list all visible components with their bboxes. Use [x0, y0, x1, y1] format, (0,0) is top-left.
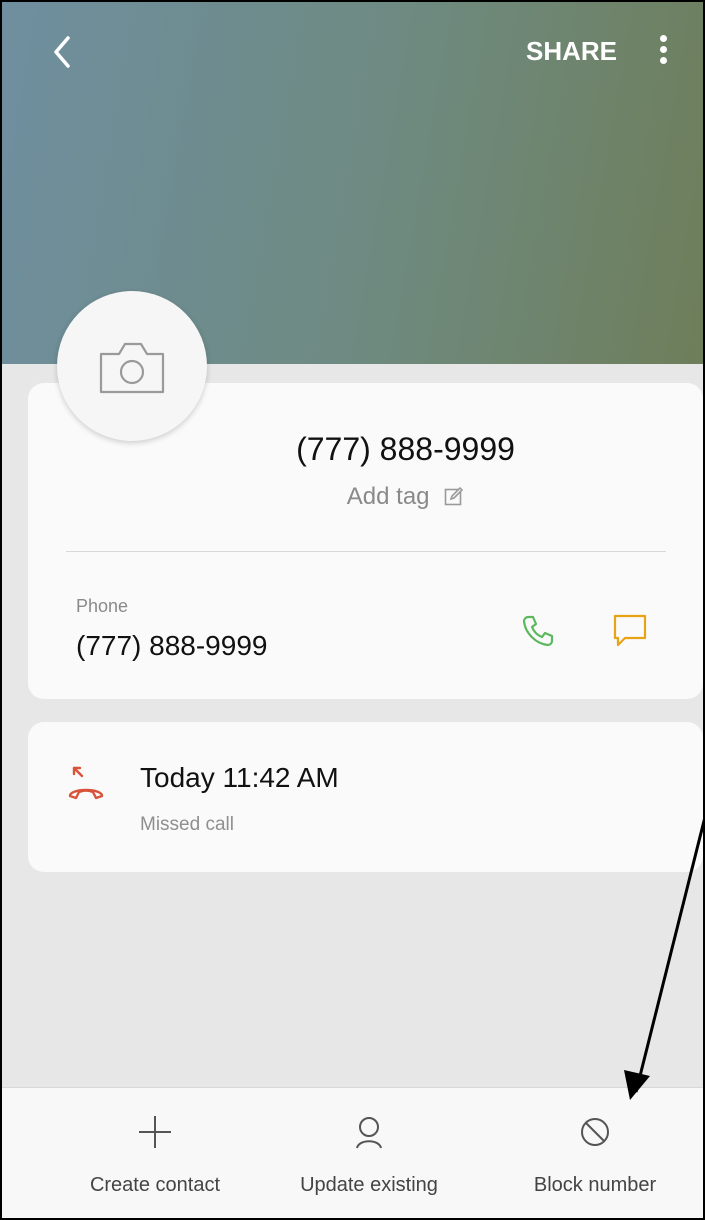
divider	[66, 551, 666, 552]
block-icon	[581, 1118, 609, 1146]
share-button[interactable]: SHARE	[526, 36, 617, 67]
call-log-time: Today 11:42 AM	[140, 762, 339, 793]
bottom-action-bar: Create contact Update existing Block num…	[2, 1087, 703, 1218]
camera-icon	[99, 342, 165, 394]
phone-icon	[522, 615, 554, 647]
missed-call-icon	[68, 766, 104, 800]
message-icon	[613, 614, 647, 647]
plus-icon	[139, 1116, 171, 1148]
phone-number[interactable]: (777) 888-9999	[76, 630, 267, 662]
update-existing-button[interactable]: Update existing	[254, 1088, 484, 1218]
block-number-button[interactable]: Block number	[480, 1088, 703, 1218]
contact-detail-screen: SHARE (777) 888-9999 Add tag Phone (777)…	[0, 0, 705, 1220]
contact-avatar[interactable]	[57, 291, 207, 441]
back-button[interactable]	[44, 30, 84, 74]
more-options-button[interactable]	[652, 32, 674, 72]
call-log-type: Missed call	[140, 814, 234, 835]
block-number-label: Block number	[533, 1174, 657, 1196]
phone-label: Phone	[76, 596, 129, 616]
update-existing-label: Update existing	[300, 1174, 438, 1196]
call-button[interactable]	[518, 611, 558, 656]
create-contact-button[interactable]: Create contact	[40, 1088, 270, 1218]
more-vertical-icon	[659, 35, 667, 42]
add-tag-button[interactable]: Add tag	[28, 483, 703, 511]
call-log-card[interactable]: Today 11:42 AM Missed call	[28, 722, 703, 872]
message-button[interactable]	[610, 611, 650, 656]
person-icon	[356, 1117, 382, 1149]
edit-icon	[444, 486, 464, 506]
add-tag-label: Add tag	[346, 483, 430, 510]
back-chevron-icon	[54, 36, 70, 68]
create-contact-label: Create contact	[89, 1174, 221, 1196]
